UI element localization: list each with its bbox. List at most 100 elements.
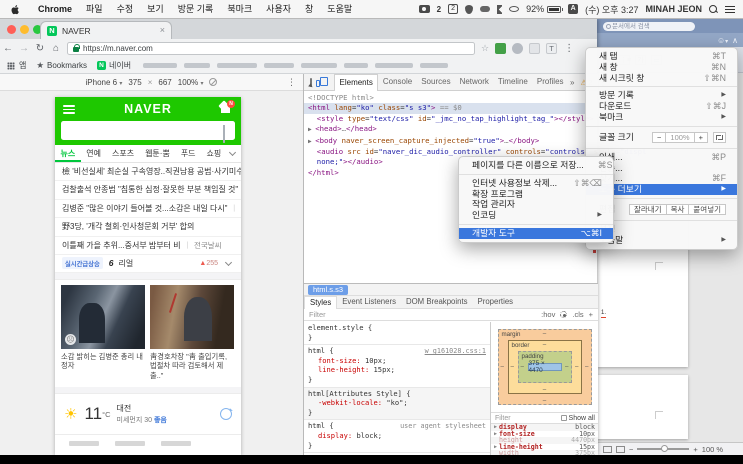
battery-indicator[interactable]: 92%: [526, 4, 564, 14]
photo-news-card[interactable]: ☹ 소감 밝히는 김병준 총리 내정자: [61, 284, 145, 382]
minimize-window-button[interactable]: [20, 24, 29, 34]
tab-sports[interactable]: 스포츠: [106, 145, 139, 162]
bookmarks-folder[interactable]: Bookmarks: [47, 61, 87, 70]
secure-lock-icon[interactable]: [73, 44, 80, 52]
zoom-percent[interactable]: 100 %: [702, 445, 723, 454]
reload-icon[interactable]: ↻: [32, 43, 48, 54]
body-node[interactable]: ▶ <body naver_screen_capture_injected="t…: [308, 136, 598, 147]
element-state-icon[interactable]: [560, 311, 568, 318]
spaces-icon[interactable]: 2: [448, 4, 459, 14]
submenu-item-clear-browsing-data[interactable]: 인터넷 사용정보 삭제... ⇧⌘⌫: [459, 178, 613, 189]
apps-label[interactable]: 앱: [19, 60, 26, 71]
back-icon[interactable]: ←: [0, 43, 16, 54]
submenu-item-encoding[interactable]: 인코딩 ▶: [459, 210, 613, 221]
css-rule-attributes-style[interactable]: html[Attributes Style] { -webkit-locale:…: [304, 387, 490, 421]
browser-tab[interactable]: N NAVER ×: [40, 21, 172, 39]
extension-icon[interactable]: [495, 43, 507, 54]
head-node[interactable]: ▶ <head>…</head>: [308, 124, 598, 135]
viewport-height-field[interactable]: 667: [158, 78, 171, 87]
bookmark-star-icon[interactable]: ☆: [481, 43, 489, 54]
chevron-down-icon[interactable]: [224, 258, 233, 266]
menubar-clock[interactable]: (수) 오후 3:27: [585, 3, 638, 16]
apple-logo-icon[interactable]: [10, 4, 21, 15]
breadcrumb-html[interactable]: html.s.s3: [308, 284, 349, 295]
menubar-item-people[interactable]: 사용자: [259, 0, 298, 19]
address-bar[interactable]: https://m.naver.com: [67, 42, 475, 55]
show-all-checkbox[interactable]: [560, 415, 567, 421]
menu-item-downloads[interactable]: 다운로드 ⇧⌘J: [586, 101, 737, 112]
tab-entertainment[interactable]: 연예: [81, 145, 107, 162]
mic-icon[interactable]: [223, 125, 228, 143]
box-model-border[interactable]: border – – – – padding – – 375 × 4470: [507, 340, 582, 394]
photo-news-card[interactable]: 靑경호차장 "靑 출입기록, 법절차 따라 검토해서 제출..": [150, 284, 234, 382]
refresh-icon[interactable]: [220, 408, 232, 421]
styles-filter-input[interactable]: Filter: [309, 310, 326, 319]
html-node-selected[interactable]: <html lang="ko" class="s s3"> == $0: [304, 103, 598, 114]
menubar-item-file[interactable]: 파일: [79, 0, 110, 19]
zoom-out-button[interactable]: −: [652, 131, 667, 143]
stylesheet-link[interactable]: w_g161028.css:1: [425, 347, 486, 357]
tab-webtoon[interactable]: 웹툰·뿜: [140, 145, 176, 162]
news-headline[interactable]: 野3당, '개각 철회·인사청문회 거부' 합의: [55, 218, 241, 237]
tabs-expand-button[interactable]: [224, 145, 241, 162]
computed-filter-input[interactable]: Filter: [495, 415, 511, 422]
menubar-user[interactable]: MINAH JEON: [645, 4, 702, 14]
submenu-item-developer-tools[interactable]: 개발자 도구 ⌥⌘I: [459, 227, 613, 239]
tab-food[interactable]: 푸드: [175, 145, 201, 162]
zoom-out-icon[interactable]: −: [629, 445, 633, 454]
fullscreen-icon[interactable]: [713, 131, 726, 143]
box-model-diagram[interactable]: margin – – – – border – – – – padding – – 375 ×…: [497, 329, 592, 405]
submenu-item-save-page[interactable]: 페이지를 다른 이름으로 저장... ⌘S: [459, 160, 613, 171]
tab-dom-breakpoints[interactable]: DOM Breakpoints: [401, 296, 473, 308]
zoom-slider[interactable]: [637, 445, 690, 453]
device-select[interactable]: iPhone 6 ▾: [86, 78, 123, 87]
class-toggle[interactable]: .cls: [572, 310, 583, 319]
trending-keyword[interactable]: 리얼: [119, 258, 134, 269]
menu-item-new-tab[interactable]: 새 탭 ⌘T: [586, 51, 737, 62]
naver-bookmark[interactable]: 네이버: [109, 60, 131, 71]
hover-state-toggle[interactable]: :hov: [541, 310, 555, 319]
devtools-tab-network[interactable]: Network: [455, 74, 493, 90]
menubar-item-view[interactable]: 보기: [140, 0, 171, 19]
url-text[interactable]: https://m.naver.com: [83, 44, 153, 53]
new-rule-icon[interactable]: +: [589, 310, 593, 319]
style-node[interactable]: <style type="text/css" id="_jmc_no_tap_h…: [308, 114, 598, 124]
box-model-content[interactable]: 375 × 4470: [527, 360, 562, 374]
apps-grid-icon[interactable]: [7, 61, 15, 70]
tab-news[interactable]: 뉴스: [55, 145, 81, 162]
spotlight-search-icon[interactable]: [709, 4, 718, 14]
home-icon[interactable]: ⌂: [48, 43, 64, 54]
copy-button[interactable]: 복사: [665, 203, 690, 215]
devtools-tab-profiles[interactable]: Profiles: [532, 74, 568, 90]
page-view-icon[interactable]: [603, 445, 612, 453]
cut-button[interactable]: 잘라내기: [628, 203, 667, 215]
menubar-item-history[interactable]: 방문 기록: [171, 0, 221, 19]
devtools-tab-elements[interactable]: Elements: [334, 73, 379, 91]
input-source-icon[interactable]: A: [568, 4, 579, 14]
paste-button[interactable]: 붙여넣기: [688, 203, 726, 215]
naver-search-input[interactable]: [61, 121, 235, 143]
forward-icon[interactable]: →: [16, 43, 32, 54]
menubar-item-bookmarks[interactable]: 북마크: [220, 0, 259, 19]
menu-item-new-incognito[interactable]: 새 시크릿 창 ⇧⌘N: [586, 73, 737, 84]
extension-icon[interactable]: [512, 43, 524, 54]
naver-logo[interactable]: NAVER: [55, 102, 241, 116]
devtools-tab-sources[interactable]: Sources: [417, 74, 455, 90]
inspect-element-icon[interactable]: [308, 77, 314, 89]
menubar-item-help[interactable]: 도움말: [320, 0, 359, 19]
doctype-node[interactable]: <!DOCTYPE html>: [308, 93, 598, 103]
menu-item-bookmarks[interactable]: 북마크 ▶: [586, 112, 737, 123]
submenu-item-task-manager[interactable]: 작업 관리자: [459, 199, 613, 210]
menubar-app-name[interactable]: Chrome: [31, 0, 79, 19]
close-window-button[interactable]: [7, 24, 16, 34]
weather-widget[interactable]: ☀ 11 °C 대전 미세먼지 30 좋음: [55, 394, 241, 434]
extension-icon[interactable]: [529, 43, 541, 54]
tab-shopping[interactable]: 쇼핑: [201, 145, 227, 162]
devtools-tab-console[interactable]: Console: [378, 74, 416, 90]
tab-properties[interactable]: Properties: [473, 296, 519, 308]
notification-center-icon[interactable]: [725, 5, 735, 14]
smiley-icon[interactable]: ☺▾: [717, 36, 728, 45]
camera-icon[interactable]: [418, 5, 430, 13]
bluetooth-icon[interactable]: [497, 4, 503, 14]
menubar-item-window[interactable]: 창: [298, 0, 320, 19]
